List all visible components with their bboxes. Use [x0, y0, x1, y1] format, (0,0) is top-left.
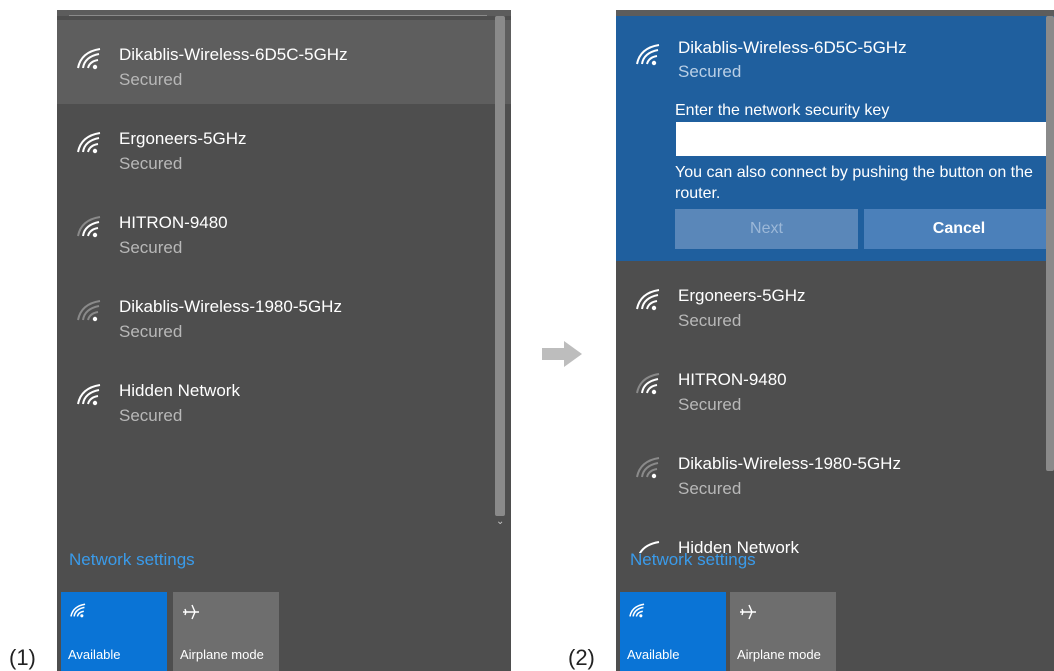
network-status: Secured [119, 154, 183, 173]
airplane-icon [183, 604, 199, 620]
network-item[interactable]: Ergoneers-5GHz Secured [616, 261, 1054, 345]
network-name: HITRON-9480 [678, 370, 787, 389]
network-flyout-1: Dikablis-Wireless-6D5C-5GHz Secured Ergo… [57, 10, 511, 671]
network-status: Secured [678, 479, 742, 498]
network-item[interactable]: Ergoneers-5GHz Secured [57, 104, 511, 188]
wifi-strong-icon [77, 384, 101, 406]
next-button[interactable]: Next [675, 209, 858, 249]
network-status: Secured [119, 322, 183, 341]
airplane-mode-tile[interactable]: Airplane mode [173, 592, 279, 671]
airplane-icon [740, 604, 756, 620]
right-arrow-icon [542, 341, 582, 367]
network-settings-link[interactable]: Network settings [69, 550, 195, 570]
wifi-strong-icon [636, 289, 660, 311]
network-item[interactable]: Dikablis-Wireless-6D5C-5GHz Secured [57, 20, 511, 104]
network-name: HITRON-9480 [119, 213, 228, 232]
wifi-strong-icon [636, 44, 660, 66]
wifi-weak-icon [636, 457, 660, 479]
network-status: Secured [119, 406, 183, 425]
network-status: Secured [678, 395, 742, 414]
network-name: Hidden Network [119, 381, 240, 400]
security-key-input[interactable] [676, 122, 1046, 156]
wifi-medium-icon [636, 373, 660, 395]
network-status: Secured [678, 62, 742, 81]
panel-label-2: (2) [568, 645, 595, 670]
network-flyout-2: Dikablis-Wireless-6D5C-5GHz Secured Ente… [616, 10, 1054, 671]
push-button-hint: You can also connect by pushing the butt… [675, 164, 1033, 202]
network-item[interactable]: HITRON-9480 Secured [616, 345, 1054, 429]
wifi-medium-icon [77, 216, 101, 238]
available-label: Available [627, 647, 680, 662]
network-status: Secured [119, 70, 183, 89]
cancel-button[interactable]: Cancel [864, 209, 1054, 249]
available-tile[interactable]: Available [620, 592, 726, 671]
network-status: Secured [119, 238, 183, 257]
network-name: Dikablis-Wireless-1980-5GHz [678, 454, 901, 473]
wifi-icon [629, 603, 645, 618]
network-item[interactable]: Hidden Network Secured [57, 356, 511, 440]
security-key-label: Enter the network security key [675, 102, 890, 119]
network-status: Secured [678, 311, 742, 330]
airplane-mode-label: Airplane mode [737, 647, 821, 662]
scrollbar-thumb[interactable] [1046, 16, 1054, 471]
wifi-icon [70, 603, 86, 618]
available-label: Available [68, 647, 121, 662]
scrollbar-thumb[interactable] [495, 16, 505, 516]
network-name: Dikablis-Wireless-6D5C-5GHz [119, 45, 348, 64]
airplane-mode-label: Airplane mode [180, 647, 264, 662]
expanded-network-item[interactable]: Dikablis-Wireless-6D5C-5GHz Secured Ente… [616, 16, 1054, 261]
wifi-weak-icon [77, 300, 101, 322]
panel-label-1: (1) [9, 645, 36, 670]
network-settings-link[interactable]: Network settings [630, 550, 756, 570]
network-item[interactable]: Dikablis-Wireless-1980-5GHz Secured [616, 429, 1054, 513]
network-item[interactable]: Dikablis-Wireless-1980-5GHz Secured [57, 272, 511, 356]
wifi-strong-icon [77, 48, 101, 70]
airplane-mode-tile[interactable]: Airplane mode [730, 592, 836, 671]
available-tile[interactable]: Available [61, 592, 167, 671]
network-name: Dikablis-Wireless-6D5C-5GHz [678, 38, 907, 57]
network-name: Ergoneers-5GHz [119, 129, 247, 148]
scroll-down-icon[interactable]: ⌄ [496, 516, 504, 527]
network-name: Ergoneers-5GHz [678, 286, 806, 305]
top-divider [57, 10, 511, 16]
network-list: Dikablis-Wireless-6D5C-5GHz Secured Ergo… [57, 20, 511, 440]
network-item[interactable]: HITRON-9480 Secured [57, 188, 511, 272]
network-list: Ergoneers-5GHz Secured HITRON-9480 Secur… [616, 261, 1054, 553]
network-name: Dikablis-Wireless-1980-5GHz [119, 297, 342, 316]
wifi-strong-icon [77, 132, 101, 154]
network-item[interactable]: Hidden Network [616, 513, 1054, 553]
